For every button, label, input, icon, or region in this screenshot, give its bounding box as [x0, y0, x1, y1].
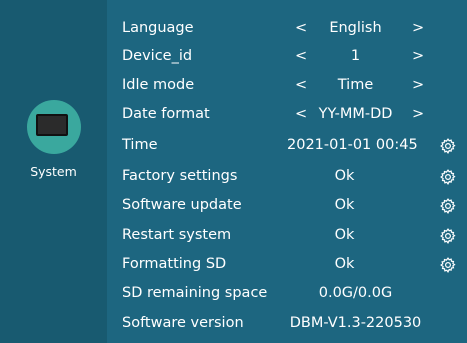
setting-label: Date format	[122, 106, 210, 122]
next-arrow[interactable]: >	[412, 73, 424, 98]
settings-list: Language < English > Device_id < 1 > Idl…	[107, 0, 467, 343]
setting-value: 2021-01-01 00:45	[287, 137, 418, 153]
gear-icon[interactable]	[439, 256, 457, 274]
sidebar: System	[0, 0, 107, 343]
system-label: System	[30, 164, 77, 179]
setting-label: Restart system	[122, 227, 232, 243]
next-arrow[interactable]: >	[412, 44, 424, 69]
setting-row-software-version: Software version DBM-V1.3-220530	[107, 311, 467, 336]
setting-row-idle-mode[interactable]: Idle mode < Time >	[107, 73, 467, 98]
setting-label: Language	[122, 20, 194, 36]
setting-label: Software update	[122, 197, 242, 213]
setting-row-factory-settings[interactable]: Factory settings Ok	[107, 164, 467, 189]
setting-value: YY-MM-DD	[318, 106, 393, 122]
next-arrow[interactable]: >	[412, 102, 424, 127]
setting-value: Ok	[334, 197, 355, 213]
gear-icon[interactable]	[439, 137, 457, 155]
gear-icon[interactable]	[439, 197, 457, 215]
setting-value: Ok	[334, 227, 355, 243]
setting-value: English	[329, 20, 382, 36]
setting-label: Factory settings	[122, 168, 238, 184]
setting-value: 1	[350, 48, 361, 64]
setting-row-date-format[interactable]: Date format < YY-MM-DD >	[107, 102, 467, 127]
setting-value: Ok	[334, 168, 355, 184]
monitor-icon	[36, 114, 68, 136]
system-menu-button[interactable]	[27, 100, 81, 154]
setting-label: Device_id	[122, 48, 193, 64]
setting-label: SD remaining space	[122, 285, 268, 301]
setting-row-language[interactable]: Language < English >	[107, 16, 467, 41]
setting-label: Time	[122, 137, 158, 153]
setting-value: DBM-V1.3-220530	[289, 315, 422, 331]
gear-icon[interactable]	[439, 227, 457, 245]
setting-value: 0.0G/0.0G	[318, 285, 393, 301]
setting-row-formatting-sd[interactable]: Formatting SD Ok	[107, 252, 467, 277]
next-arrow[interactable]: >	[412, 16, 424, 41]
setting-value: Ok	[334, 256, 355, 272]
setting-row-device-id[interactable]: Device_id < 1 >	[107, 44, 467, 69]
setting-value: Time	[337, 77, 374, 93]
setting-row-restart-system[interactable]: Restart system Ok	[107, 223, 467, 248]
setting-row-sd-remaining-space: SD remaining space 0.0G/0.0G	[107, 281, 467, 306]
gear-icon[interactable]	[439, 168, 457, 186]
setting-row-time[interactable]: Time 2021-01-01 00:45	[107, 133, 467, 158]
setting-row-software-update[interactable]: Software update Ok	[107, 193, 467, 218]
setting-label: Idle mode	[122, 77, 195, 93]
setting-label: Software version	[122, 315, 244, 331]
setting-label: Formatting SD	[122, 256, 227, 272]
